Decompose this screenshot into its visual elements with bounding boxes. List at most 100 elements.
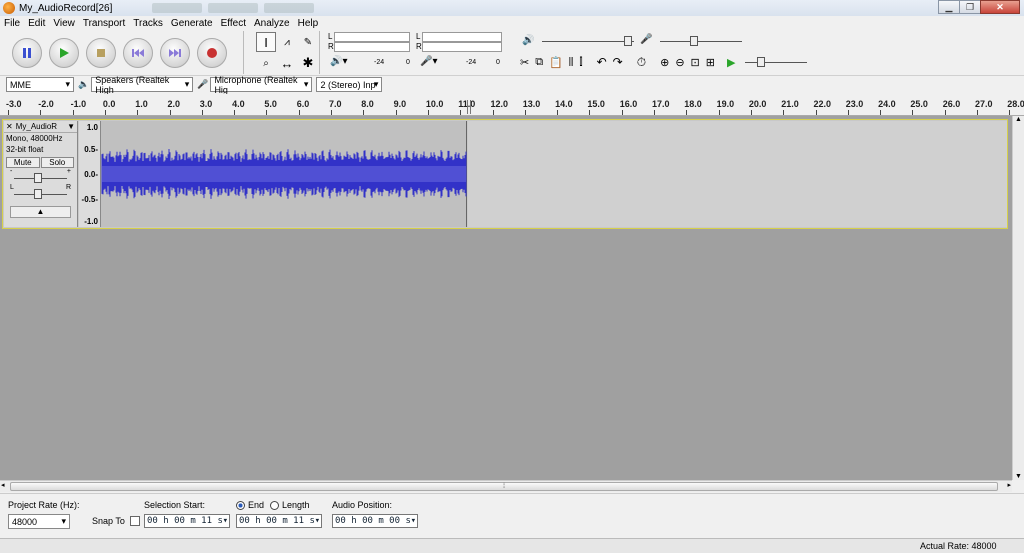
zoom-in-icon[interactable]: ⊕ [660, 56, 669, 69]
sync-lock-icon[interactable]: ⏱ [637, 55, 646, 70]
timeline-ruler[interactable]: -3.0 -2.0 -1.0 0.0 1.0 2.0 3.0 4.0 5.0 6.0 7.0 8.0 9… [0, 94, 1024, 116]
ruler-tick-mark [880, 110, 882, 115]
horizontal-scrollbar[interactable]: ◂ ⦙ ▸ [0, 480, 1012, 492]
ruler-tick-label: 25.0 [910, 99, 928, 109]
playback-device-select[interactable]: Speakers (Realtek High [91, 75, 194, 95]
end-radio[interactable] [236, 501, 245, 510]
pause-button[interactable] [12, 37, 42, 68]
ruler-tick-mark [201, 110, 203, 115]
menu-transport[interactable]: Transport [83, 18, 125, 29]
record-button[interactable] [197, 37, 227, 68]
record-meter-l: L [416, 32, 421, 41]
play-button[interactable] [49, 37, 79, 68]
skip-to-start-button[interactable] [123, 37, 153, 68]
horizontal-scroll-thumb[interactable]: ⦙ [10, 482, 998, 491]
menu-view[interactable]: View [53, 18, 75, 29]
ruler-tick-mark [8, 110, 9, 115]
silence-icon[interactable]: ⫿ [579, 57, 582, 68]
play-at-speed-icon[interactable]: ▶ [727, 56, 735, 69]
pan-slider[interactable]: L R [10, 184, 71, 202]
snap-to-checkbox[interactable] [130, 516, 140, 526]
draw-tool[interactable]: ✎ [298, 32, 318, 52]
track-format-line2: 32-bit float [6, 145, 44, 154]
restore-button[interactable]: ❐ [959, 0, 981, 14]
menu-analyze[interactable]: Analyze [254, 18, 290, 29]
stop-button[interactable] [86, 37, 116, 68]
envelope-tool[interactable]: ⩘ [277, 32, 297, 52]
play-speed-slider[interactable] [741, 54, 811, 70]
ruler-tick-mark [427, 110, 429, 115]
ruler-tick-label: 1.0 [135, 99, 148, 109]
playback-meter-right[interactable] [334, 42, 410, 52]
ruler-tick-label: 18.0 [684, 99, 702, 109]
scroll-left-arrow-icon[interactable]: ◂ [1, 481, 5, 489]
redo-icon[interactable]: ↷ [613, 55, 623, 69]
gain-slider[interactable]: - + [10, 168, 71, 186]
audio-track[interactable]: ✕ My_AudioR ▼ Mono, 48000Hz 32-bit float… [2, 119, 1008, 229]
microphone-icon: 🎤 [197, 79, 209, 89]
zoom-out-icon[interactable]: ⊖ [675, 56, 684, 69]
track-menu-chevron-icon[interactable]: ▼ [67, 122, 75, 131]
recording-device-select[interactable]: Microphone (Realtek Hig [210, 75, 313, 95]
playhead-marker[interactable] [467, 100, 471, 114]
output-volume-slider[interactable] [538, 33, 638, 49]
ruler-tick-mark [589, 110, 591, 115]
fit-project-icon[interactable]: ⊞ [706, 56, 715, 69]
record-meter-right[interactable] [422, 42, 502, 52]
empty-track-area[interactable] [468, 121, 1007, 227]
menu-tracks[interactable]: Tracks [133, 18, 163, 29]
fit-selection-icon[interactable]: ⊡ [691, 56, 700, 69]
menu-edit[interactable]: Edit [28, 18, 45, 29]
amplitude-scale[interactable]: 1.0 0.5- 0.0- -0.5- -1.0 [79, 121, 101, 227]
vertical-scrollbar[interactable]: ▲ ▼ [1012, 116, 1024, 480]
menu-help[interactable]: Help [298, 18, 319, 29]
menu-generate[interactable]: Generate [171, 18, 213, 29]
trim-icon[interactable]: ⫼ [569, 57, 574, 68]
track-name[interactable]: My_AudioR [16, 122, 57, 131]
selection-end-time[interactable]: 00 h 00 m 11 s [236, 514, 322, 528]
project-rate-select[interactable]: 48000 [8, 514, 70, 529]
audio-position-time[interactable]: 00 h 00 m 00 s [332, 514, 418, 528]
zoom-tool[interactable]: ⌕ [256, 53, 276, 73]
ruler-tick-mark [686, 110, 688, 115]
waveform-clip[interactable] [101, 121, 467, 227]
ruler-tick-mark [363, 110, 365, 115]
undo-icon[interactable]: ↶ [597, 55, 607, 69]
track-panel[interactable]: ✕ My_AudioR ▼ Mono, 48000Hz 32-bit float… [0, 116, 1012, 480]
cut-icon[interactable]: ✂ [520, 56, 529, 69]
scroll-down-arrow-icon[interactable]: ▼ [1013, 473, 1024, 480]
ruler-tick-label: 27.0 [975, 99, 993, 109]
skip-to-end-button[interactable] [160, 37, 190, 68]
window-title: My_AudioRecord[26] [19, 2, 113, 14]
close-button[interactable]: ✕ [980, 0, 1020, 14]
end-label: End [248, 500, 265, 510]
microphone-meter-icon[interactable]: 🎤▾ [420, 56, 437, 67]
collapse-track-button[interactable]: ▲ [10, 206, 71, 218]
meter-db-label-2: 0 [406, 59, 410, 66]
recording-channels-select[interactable]: 2 (Stereo) Inp [316, 77, 383, 92]
menu-file[interactable]: File [4, 18, 20, 29]
scale-label: -0.5- [81, 195, 98, 204]
scroll-right-arrow-icon[interactable]: ▸ [1007, 481, 1011, 489]
record-meter-left[interactable] [422, 32, 502, 42]
scroll-up-arrow-icon[interactable]: ▲ [1013, 116, 1024, 123]
mute-button[interactable]: Mute [6, 157, 40, 168]
selection-start-time[interactable]: 00 h 00 m 11 s [144, 514, 230, 528]
multi-tool[interactable]: ✱ [298, 53, 318, 73]
playback-meter-left[interactable] [334, 32, 410, 42]
selection-tool[interactable]: I [256, 32, 276, 52]
solo-button[interactable]: Solo [40, 157, 74, 168]
close-track-icon[interactable]: ✕ [6, 122, 13, 131]
copy-icon[interactable]: ⧉ [535, 56, 543, 69]
minimize-button[interactable]: ▁ [938, 0, 960, 14]
menu-effect[interactable]: Effect [221, 18, 246, 29]
ruler-tick-label: 10.0 [425, 99, 444, 109]
track-name-row[interactable]: ✕ My_AudioR ▼ [4, 121, 77, 133]
paste-icon[interactable]: 📋 [549, 56, 563, 69]
audio-host-select[interactable]: MME [6, 77, 74, 92]
speaker-meter-icon[interactable]: 🔊▾ [330, 56, 347, 67]
input-volume-slider[interactable] [656, 33, 746, 49]
length-radio[interactable] [270, 501, 279, 510]
skip-start-icon [132, 48, 144, 57]
timeshift-tool[interactable]: ↔ [277, 53, 297, 73]
